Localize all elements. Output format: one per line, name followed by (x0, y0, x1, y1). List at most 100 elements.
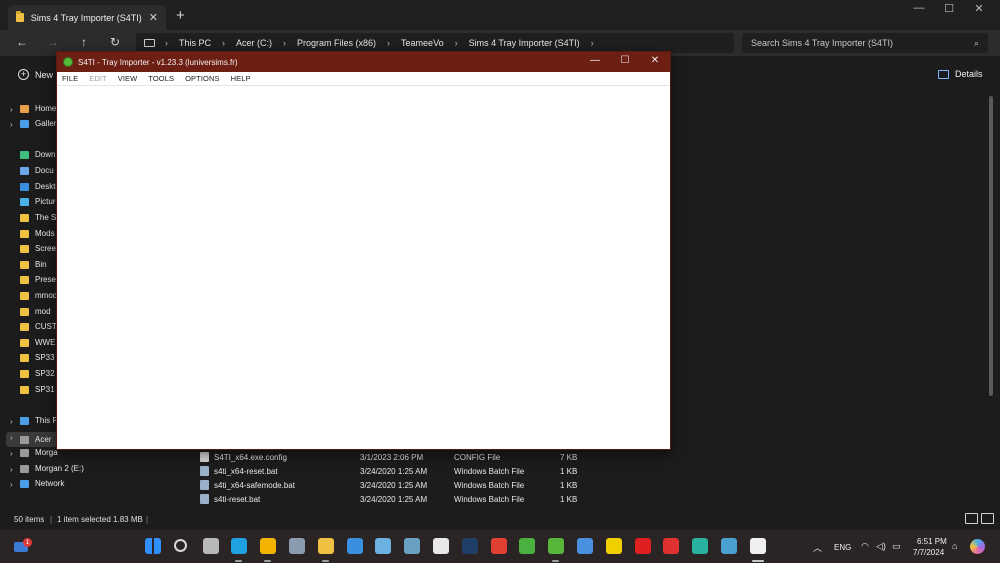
file-row[interactable]: s4ti_x64-safemode.bat 3/24/2020 1:25 AM Wi… (200, 478, 577, 492)
sidebar-item[interactable]: Bin (20, 260, 47, 269)
address-bar[interactable]: › This PC › Acer (C:) › Program Files (x… (136, 33, 734, 53)
sidebar-item[interactable]: Morgan 2 (E:) (20, 464, 84, 473)
sidebar-item[interactable]: Home (20, 104, 56, 113)
task-view-icon[interactable] (203, 538, 219, 554)
battery-icon[interactable]: ▭ (892, 541, 901, 552)
sidebar-item[interactable]: Screen (20, 244, 60, 253)
widgets-button[interactable]: 1 (12, 538, 32, 553)
forward-button[interactable]: → (43, 35, 63, 49)
breadcrumb-teameevo[interactable]: TeameeVo (401, 38, 444, 48)
remote-desktop-icon[interactable] (721, 538, 737, 554)
language-indicator[interactable]: ENG (834, 543, 851, 552)
wifi-icon[interactable]: ◠ (861, 541, 869, 552)
sidebar-item[interactable]: SP31 (20, 385, 55, 394)
s4ti-maximize-icon[interactable]: ☐ (610, 55, 640, 66)
notifications-icon[interactable]: ⌂ (952, 541, 957, 551)
new-button[interactable]: + New (18, 69, 53, 80)
chevron-right-icon[interactable]: › (10, 465, 13, 474)
chevron-right-icon[interactable]: › (10, 449, 13, 458)
s4ti-title-bar[interactable]: S4TI - Tray Importer - v1.23.3 (lunivers… (57, 52, 670, 72)
new-tab-button[interactable]: + (176, 7, 185, 24)
chevron-right-icon[interactable]: › (10, 120, 13, 129)
menu-file[interactable]: FILE (62, 74, 78, 83)
breadcrumb-this-pc[interactable]: This PC (179, 38, 211, 48)
chevron-right-icon[interactable]: › (10, 480, 13, 489)
photos-icon[interactable] (375, 538, 391, 554)
chevron-right-icon: › (222, 38, 226, 48)
up-button[interactable]: ↑ (74, 35, 94, 49)
youtube-icon[interactable] (635, 538, 651, 554)
menu-help[interactable]: HELP (231, 74, 251, 83)
volume-icon[interactable]: ◁) (876, 541, 886, 552)
tiles-view-icon[interactable] (981, 513, 994, 524)
search-input[interactable]: Search Sims 4 Tray Importer (S4TI) ⌕ (742, 33, 988, 53)
sidebar-item[interactable]: Docu (20, 166, 54, 175)
vertical-scrollbar[interactable] (989, 96, 993, 396)
clipchamp-icon[interactable] (692, 538, 708, 554)
sidebar-item[interactable]: This P (20, 416, 58, 425)
sidebar-item[interactable]: Preset (20, 275, 58, 284)
notepad-icon[interactable] (750, 538, 766, 554)
start-icon[interactable] (145, 538, 161, 554)
sidebar-item[interactable]: Galler (20, 119, 56, 128)
youtube-music-icon[interactable] (663, 538, 679, 554)
sticky-notes-icon[interactable] (606, 538, 622, 554)
chevron-right-icon[interactable]: › (10, 433, 13, 442)
menu-edit[interactable]: EDIT (89, 74, 106, 83)
settings-icon[interactable] (289, 538, 305, 554)
tab-sims4-tray-importer[interactable]: Sims 4 Tray Importer (S4TI) ✕ (8, 5, 166, 30)
maximize-icon[interactable]: ☐ (934, 2, 964, 15)
search-icon[interactable] (174, 539, 187, 552)
store-icon[interactable] (433, 538, 449, 554)
sidebar-item[interactable]: SP32 (20, 369, 55, 378)
sidebar-item[interactable]: mod (20, 307, 51, 316)
sidebar-item[interactable]: SP33 (20, 353, 55, 362)
calculator-icon[interactable] (404, 538, 420, 554)
visual-studio-icon[interactable] (577, 538, 593, 554)
sidebar-item[interactable]: Network (20, 479, 64, 488)
details-button[interactable]: Details (938, 69, 983, 79)
breadcrumb-s4ti[interactable]: Sims 4 Tray Importer (S4TI) (469, 38, 580, 48)
sidebar-item[interactable]: Picture (20, 197, 60, 206)
refresh-button[interactable]: ↻ (105, 35, 125, 49)
sims-icon[interactable] (519, 538, 535, 554)
close-tab-icon[interactable]: ✕ (149, 11, 158, 24)
file-row[interactable]: s4ti_x64-reset.bat 3/24/2020 1:25 AM Windo… (200, 464, 577, 478)
menu-tools[interactable]: TOOLS (148, 74, 174, 83)
clock-time[interactable]: 6:51 PM (917, 537, 947, 546)
sidebar-item[interactable]: The Si (20, 213, 58, 222)
sidebar-item[interactable]: WWE (20, 338, 55, 347)
copilot-icon[interactable] (970, 539, 985, 554)
sidebar-item[interactable]: Down (20, 150, 55, 159)
file-row[interactable]: s4ti-reset.bat 3/24/2020 1:25 AM Windows B… (200, 492, 577, 506)
breadcrumb-program-files[interactable]: Program Files (x86) (297, 38, 376, 48)
close-icon[interactable]: ✕ (964, 2, 994, 15)
steam-icon[interactable] (462, 538, 478, 554)
menu-view[interactable]: VIEW (118, 74, 138, 83)
chevron-up-icon[interactable]: ︿ (813, 541, 822, 554)
details-view-icon[interactable] (965, 513, 978, 524)
sidebar-item[interactable]: Morga (20, 448, 58, 457)
sidebar-item[interactable]: mmod (20, 291, 57, 300)
minimize-icon[interactable]: — (904, 2, 934, 14)
file-row[interactable]: S4TI_x64.exe.config 3/1/2023 2:06 PM CONFI… (200, 450, 577, 464)
sidebar-item[interactable]: Acer (6, 432, 58, 447)
chevron-right-icon[interactable]: › (10, 105, 13, 114)
back-button[interactable]: ← (12, 35, 32, 49)
s4ti-minimize-icon[interactable]: — (580, 55, 610, 66)
sidebar-item[interactable]: Mods (20, 229, 55, 238)
breadcrumb-acer-c[interactable]: Acer (C:) (236, 38, 272, 48)
file-explorer-icon[interactable] (318, 538, 334, 554)
sidebar-item-label: Bin (35, 260, 47, 269)
clock-date[interactable]: 7/7/2024 (913, 548, 944, 557)
mail-icon[interactable] (347, 538, 363, 554)
chevron-right-icon[interactable]: › (10, 417, 13, 426)
s4ti-close-icon[interactable]: ✕ (640, 55, 670, 66)
chrome-icon[interactable] (260, 538, 276, 554)
folder-icon (20, 353, 29, 362)
menu-options[interactable]: OPTIONS (185, 74, 219, 83)
edge-icon[interactable] (231, 538, 247, 554)
s4ti-icon[interactable] (548, 538, 564, 554)
ea-app-icon[interactable] (491, 538, 507, 554)
sidebar-item[interactable]: Deskto (20, 182, 60, 191)
